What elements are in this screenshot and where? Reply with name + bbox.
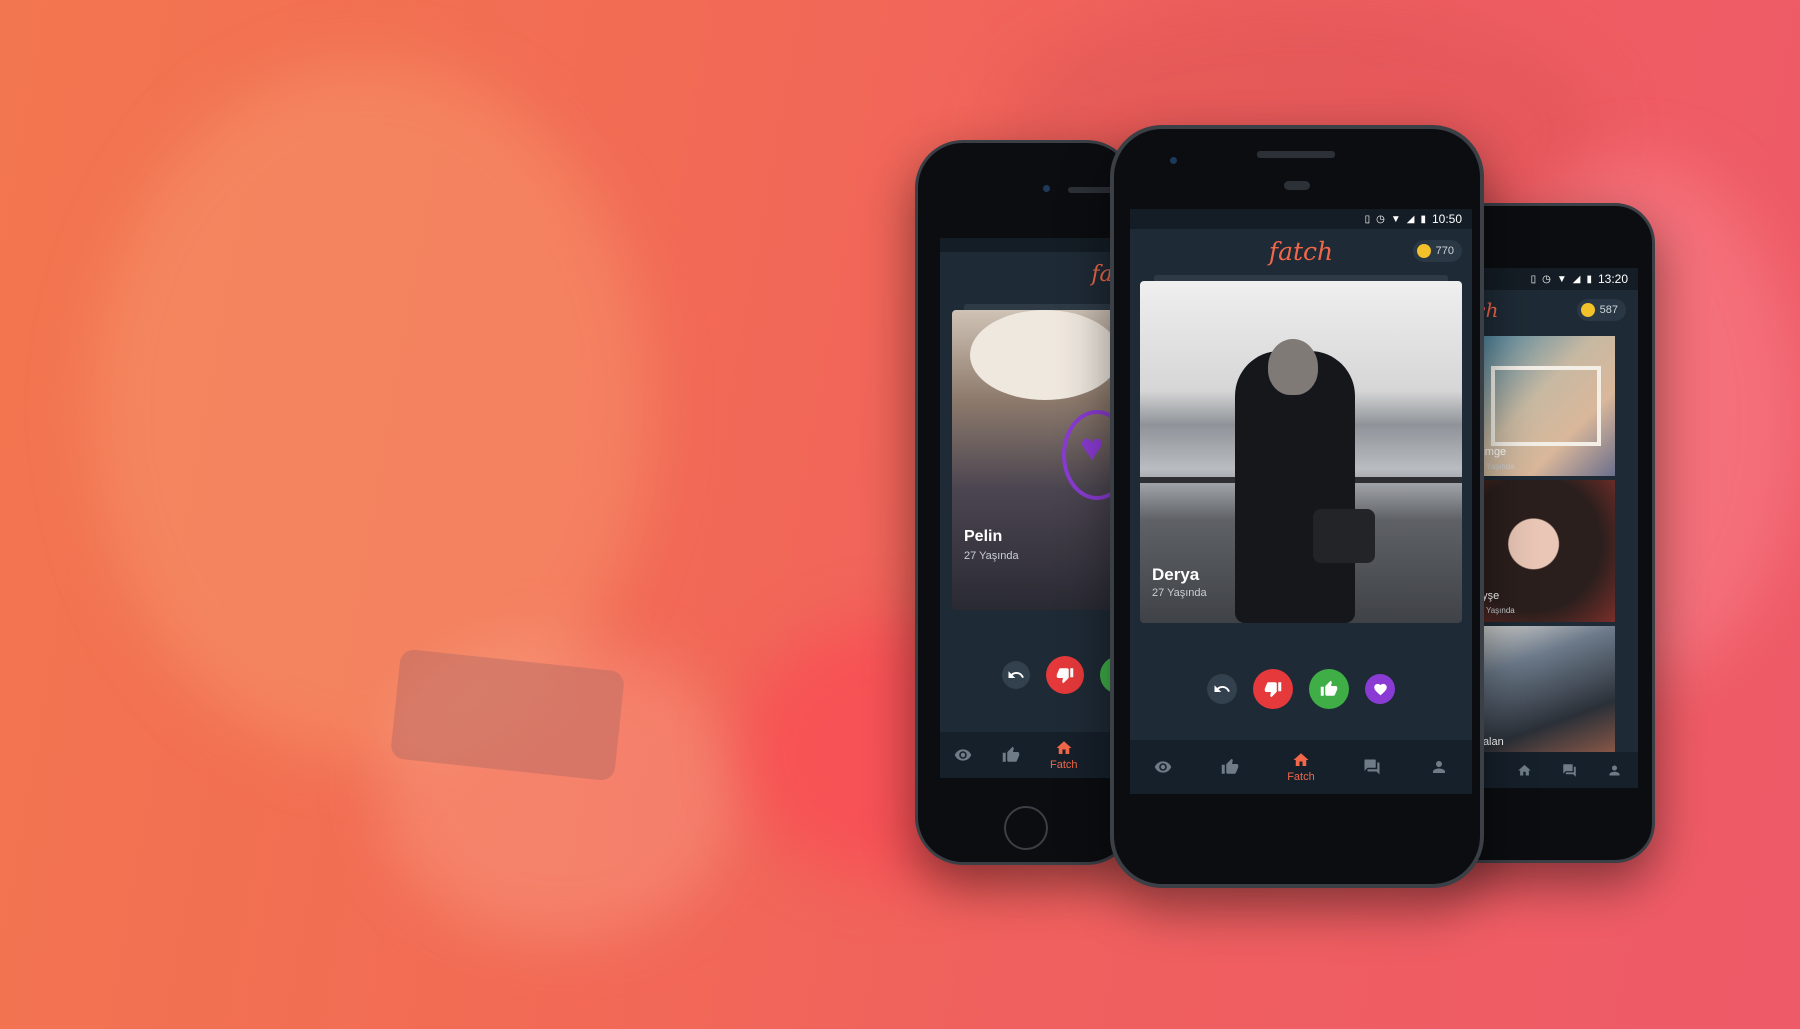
coin-icon [1580,303,1595,317]
card-age: 27 Yaşında [964,550,1019,562]
grid-item[interactable]: Simge 19 Yaşında [1467,336,1615,476]
vibrate-icon: ▯ [1530,273,1537,285]
card-name: Pelin [964,528,1003,545]
chat-icon [1364,759,1380,775]
undo-button[interactable] [1207,674,1237,704]
nav-messages[interactable] [1562,763,1577,778]
home-button[interactable] [1004,806,1048,850]
thumb-up-icon [1002,746,1020,762]
coin-badge[interactable]: 587 [1576,299,1626,321]
app-header: fatch 770 [1130,229,1472,273]
coin-count: 587 [1599,304,1618,316]
coin-icon [1416,244,1431,258]
nav-messages[interactable] [1363,758,1381,776]
speaker [1257,151,1335,158]
action-buttons [1130,669,1472,709]
coin-count: 770 [1435,245,1454,257]
nav-fatch-label: Fatch [1050,759,1078,771]
knit-hat [970,310,1120,400]
signal-icon: ◢ [1406,213,1415,225]
status-bar: ▯ ◷ ▼ ◢ ▮ 10:50 [1130,209,1472,229]
eye-icon [1154,761,1172,773]
handbag [1313,509,1375,563]
status-time: 10:50 [1431,212,1462,226]
undo-icon [1008,671,1024,678]
nav-viewers[interactable] [954,746,972,764]
nav-fatch[interactable]: Fatch [1287,751,1315,783]
app-logo: fatch [1268,236,1334,266]
front-camera [1043,185,1050,192]
card-age: 27 Yaşında [1152,587,1207,599]
person-icon [1432,761,1445,773]
nav-home[interactable] [1517,763,1532,778]
alarm-icon: ◷ [1542,273,1551,285]
nav-fatch-label: Fatch [1287,771,1315,783]
nav-profile[interactable] [1430,758,1448,776]
profile-card[interactable]: ♥ Pelin 27 Yaşında [952,310,1132,610]
dislike-button[interactable] [1253,669,1293,709]
nav-likes[interactable] [1002,746,1020,764]
battery-icon: ▮ [1586,273,1592,285]
grid-item[interactable]: Ayşe 26 Yaşında [1467,480,1615,622]
dislike-button[interactable] [1046,656,1084,694]
background-phone [389,648,626,782]
bottom-nav: Fatch [940,732,1132,778]
bottom-nav: Fatch [1130,740,1472,794]
signal-icon: ◢ [1572,273,1581,285]
thumb-up-icon [1320,680,1338,696]
earpiece [1284,181,1310,190]
like-button[interactable] [1309,669,1349,709]
home-icon [1056,741,1072,754]
thumb-down-icon [1056,668,1074,684]
alarm-icon: ◷ [1376,213,1385,225]
home-icon [1518,764,1531,775]
person-head [1268,339,1318,395]
app-header: fatch [940,252,1132,296]
nav-viewers[interactable] [1154,758,1172,776]
person-icon [1609,765,1620,775]
home-icon [1293,753,1309,766]
status-bar [940,238,1132,252]
chat-icon [1563,763,1576,777]
card-name: Derya [1152,565,1200,584]
photo-frame [1491,366,1601,446]
undo-button[interactable] [1002,661,1030,689]
nav-profile[interactable] [1607,763,1622,778]
wifi-icon: ▼ [1390,213,1401,225]
left-screen: fatch ♥ Pelin 27 Yaşında [940,238,1132,778]
coin-badge[interactable]: 770 [1412,240,1462,262]
profile-card[interactable]: Derya 27 Yaşında [1140,281,1462,623]
vibrate-icon: ▯ [1364,213,1371,225]
wifi-icon: ▼ [1556,273,1567,285]
undo-icon [1214,685,1230,692]
action-buttons [940,656,1132,694]
main-phone: ▯ ◷ ▼ ◢ ▮ 10:50 fatch 770 Derya 27 Yaşın… [1110,125,1484,888]
main-screen: ▯ ◷ ▼ ◢ ▮ 10:50 fatch 770 Derya 27 Yaşın… [1130,209,1472,794]
status-time: 13:20 [1597,272,1628,286]
eye-icon [954,749,972,761]
front-camera [1170,157,1177,164]
thumb-up-icon [1221,758,1238,774]
super-like-button[interactable] [1365,674,1395,704]
nav-fatch[interactable]: Fatch [1050,739,1078,771]
nav-likes[interactable] [1221,758,1239,776]
thumb-down-icon [1264,682,1282,698]
grid-item[interactable]: Nalan [1467,626,1615,756]
left-phone: fatch ♥ Pelin 27 Yaşında [915,140,1135,865]
heart-icon [1373,683,1387,695]
battery-icon: ▮ [1420,213,1426,225]
